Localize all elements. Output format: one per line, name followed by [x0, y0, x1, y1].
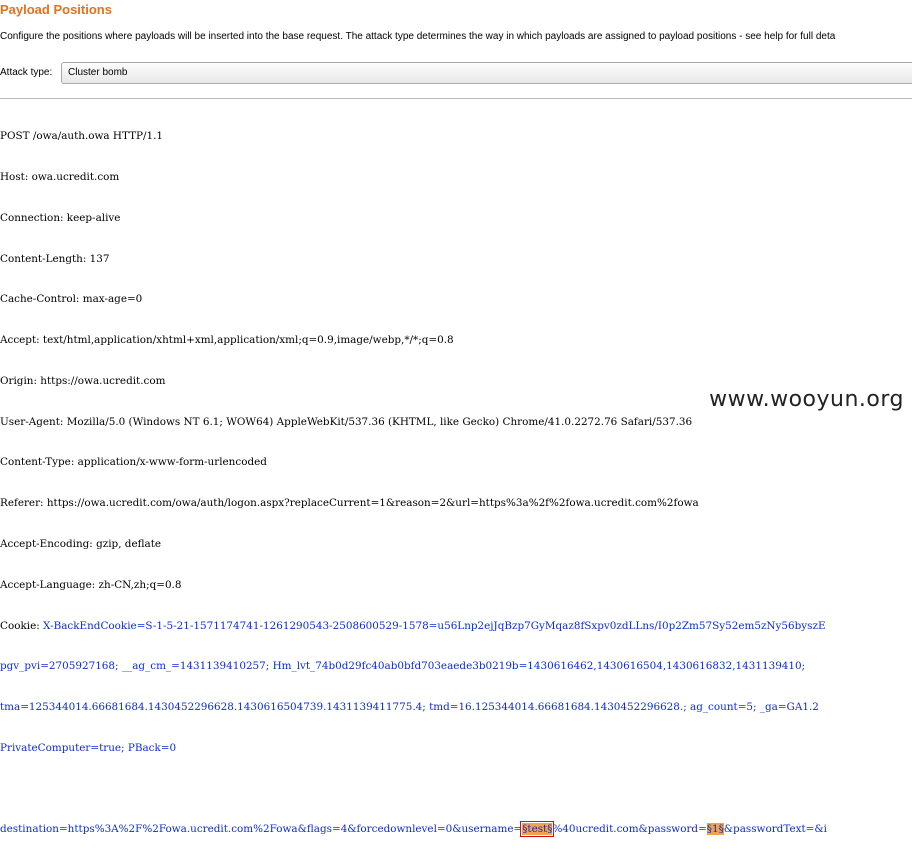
- body-prefix: destination=https%3A%2F%2Fowa.ucredit.co…: [0, 823, 523, 836]
- attack-type-select[interactable]: Cluster bomb: [61, 62, 912, 84]
- cookie-value-1: X-BackEndCookie=S-1-5-21-1571174741-1261…: [43, 619, 826, 632]
- watermark: www.wooyun.org: [709, 387, 904, 412]
- payload-marker-password[interactable]: §1§: [706, 823, 724, 836]
- body-suffix: &passwordText=&i: [723, 823, 827, 836]
- header-cache-control: Cache-Control: max-age=0: [0, 293, 143, 306]
- request-text[interactable]: POST /owa/auth.owa HTTP/1.1 Host: owa.uc…: [0, 103, 827, 852]
- header-host: Host: owa.ucredit.com: [0, 170, 120, 183]
- header-origin: Origin: https://owa.ucredit.com: [0, 374, 166, 387]
- request-editor[interactable]: POST /owa/auth.owa HTTP/1.1 Host: owa.uc…: [0, 98, 912, 838]
- header-content-length: Content-Length: 137: [0, 252, 110, 265]
- panel-description: Configure the positions where payloads w…: [0, 31, 836, 42]
- attack-type-label: Attack type:: [0, 67, 53, 78]
- header-accept-encoding: Accept-Encoding: gzip, deflate: [0, 538, 162, 550]
- header-content-type: Content-Type: application/x-www-form-url…: [0, 456, 267, 469]
- header-accept-language: Accept-Language: zh-CN,zh;q=0.8: [0, 578, 182, 591]
- cookie-label: Cookie:: [0, 619, 44, 632]
- cookie-value-2: pgv_pvi=2705927168; __ag_cm_=14311394102…: [0, 660, 806, 673]
- header-accept: Accept: text/html,application/xhtml+xml,…: [0, 334, 454, 347]
- header-cookie: Cookie: X-BackEndCookie=S-1-5-21-1571174…: [0, 620, 827, 634]
- cookie-value-3: tma=125344014.66681684.1430452296628.143…: [0, 701, 819, 714]
- header-connection: Connection: keep-alive: [0, 211, 121, 224]
- cookie-value-4: PrivateComputer=true; PBack=0: [0, 741, 177, 754]
- panel-title: Payload Positions: [0, 2, 112, 17]
- header-referer: Referer: https://owa.ucredit.com/owa/aut…: [0, 497, 699, 510]
- payload-marker-username[interactable]: §test§: [520, 821, 555, 838]
- header-user-agent: User-Agent: Mozilla/5.0 (Windows NT 6.1;…: [0, 415, 693, 428]
- request-line: POST /owa/auth.owa HTTP/1.1: [0, 130, 164, 143]
- body-middle: %40ucredit.com&password=: [552, 823, 707, 836]
- request-body: destination=https%3A%2F%2Fowa.ucredit.co…: [0, 821, 827, 838]
